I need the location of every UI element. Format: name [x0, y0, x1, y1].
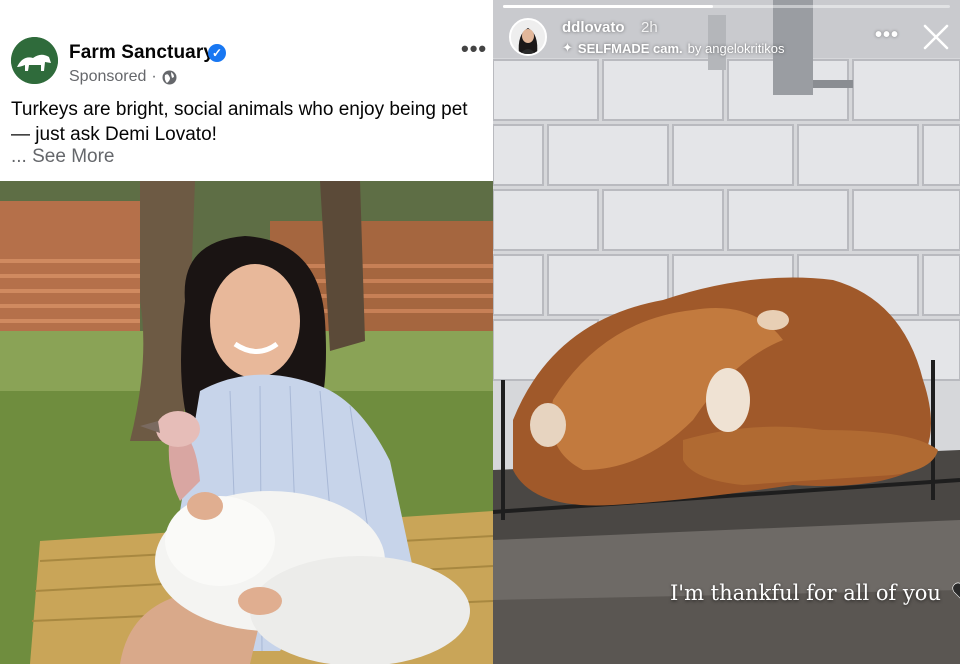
instagram-story[interactable]: ddlovato 2h ✦ SELFMADE cam. by angelokri…	[493, 0, 960, 664]
story-effect-attribution[interactable]: ✦ SELFMADE cam. by angelokritikos	[562, 40, 784, 56]
story-caption-text: I'm thankful for all of you	[670, 581, 941, 605]
story-timestamp: 2h	[641, 19, 658, 36]
story-progress-fill	[503, 5, 714, 8]
post-header: Farm Sanctuary ✓ Sponsored · ••• Turkeys…	[0, 0, 493, 181]
story-progress-bar	[503, 5, 950, 8]
close-icon[interactable]	[921, 22, 951, 52]
facebook-ad-post: Farm Sanctuary ✓ Sponsored · ••• Turkeys…	[0, 0, 493, 664]
story-caption: I'm thankful for all of you	[670, 581, 960, 607]
more-options-icon[interactable]: •••	[461, 36, 487, 62]
black-heart-icon	[952, 582, 960, 607]
page-name[interactable]: Farm Sanctuary	[69, 42, 214, 64]
post-photo[interactable]	[0, 181, 493, 664]
verified-badge-icon: ✓	[208, 44, 226, 62]
sponsored-label[interactable]: Sponsored	[69, 68, 146, 86]
story-photo	[493, 0, 960, 664]
sponsored-row: Sponsored ·	[69, 68, 177, 86]
effect-creator: by angelokritikos	[687, 40, 785, 56]
effect-name: SELFMADE cam.	[577, 40, 683, 56]
post-caption: Turkeys are bright, social animals who e…	[11, 99, 468, 145]
story-username[interactable]: ddlovato	[562, 19, 625, 36]
globe-icon	[162, 70, 177, 85]
story-author-avatar[interactable]	[509, 18, 547, 56]
page-avatar[interactable]	[11, 37, 58, 84]
more-options-icon[interactable]: •••	[875, 24, 899, 47]
separator-dot: ·	[151, 68, 157, 85]
sparkle-icon: ✦	[562, 40, 573, 55]
see-more-link[interactable]: ... See More	[11, 146, 115, 168]
